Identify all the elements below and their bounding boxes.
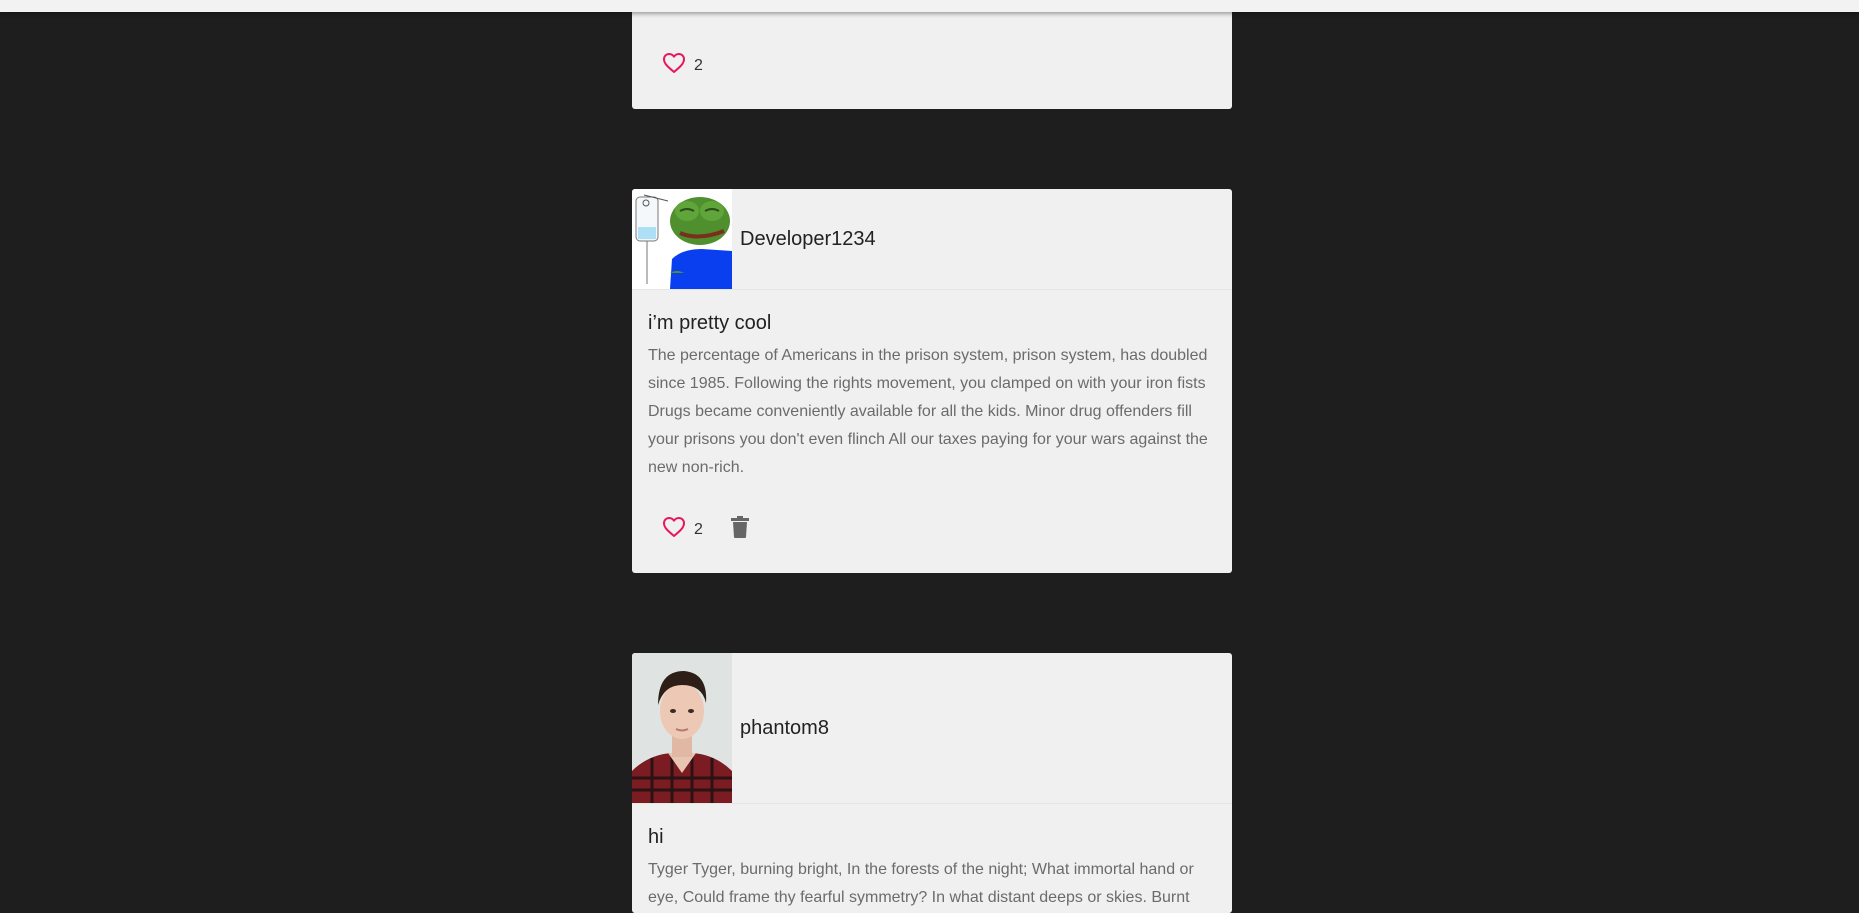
post-card: phantom8 hi Tyger Tyger, burning bright,… (632, 653, 1232, 913)
post-author[interactable]: phantom8 (740, 717, 829, 740)
delete-button[interactable] (729, 516, 751, 543)
post-title: hi (648, 826, 664, 848)
like-count: 2 (694, 520, 703, 538)
portrait-photo-avatar (632, 653, 732, 803)
post-header: Developer1234 (632, 189, 1232, 290)
avatar (632, 653, 732, 803)
post-actions: 2 (662, 516, 751, 543)
like-button[interactable]: 2 (662, 516, 703, 543)
post-body: Tyger Tyger, burning bright, In the fore… (648, 861, 1194, 906)
like-count: 2 (694, 56, 703, 74)
post-card: 2 (632, 0, 1232, 109)
heart-outline-icon (662, 52, 686, 79)
post-content: i’m pretty cool The percentage of Americ… (632, 290, 1232, 482)
post-header: phantom8 (632, 653, 1232, 804)
post-actions: 2 (662, 52, 703, 79)
post-title: i’m pretty cool (648, 312, 772, 334)
top-app-bar (0, 0, 1859, 12)
post-author[interactable]: Developer1234 (740, 228, 876, 251)
post-card: Developer1234 i’m pretty cool The percen… (632, 189, 1232, 573)
like-button[interactable]: 2 (662, 52, 703, 79)
pepe-frog-avatar (632, 189, 732, 289)
post-content: hi Tyger Tyger, burning bright, In the f… (632, 804, 1232, 912)
heart-outline-icon (662, 516, 686, 543)
post-body: The percentage of Americans in the priso… (648, 347, 1208, 476)
trash-icon (730, 516, 749, 543)
avatar (632, 189, 732, 289)
